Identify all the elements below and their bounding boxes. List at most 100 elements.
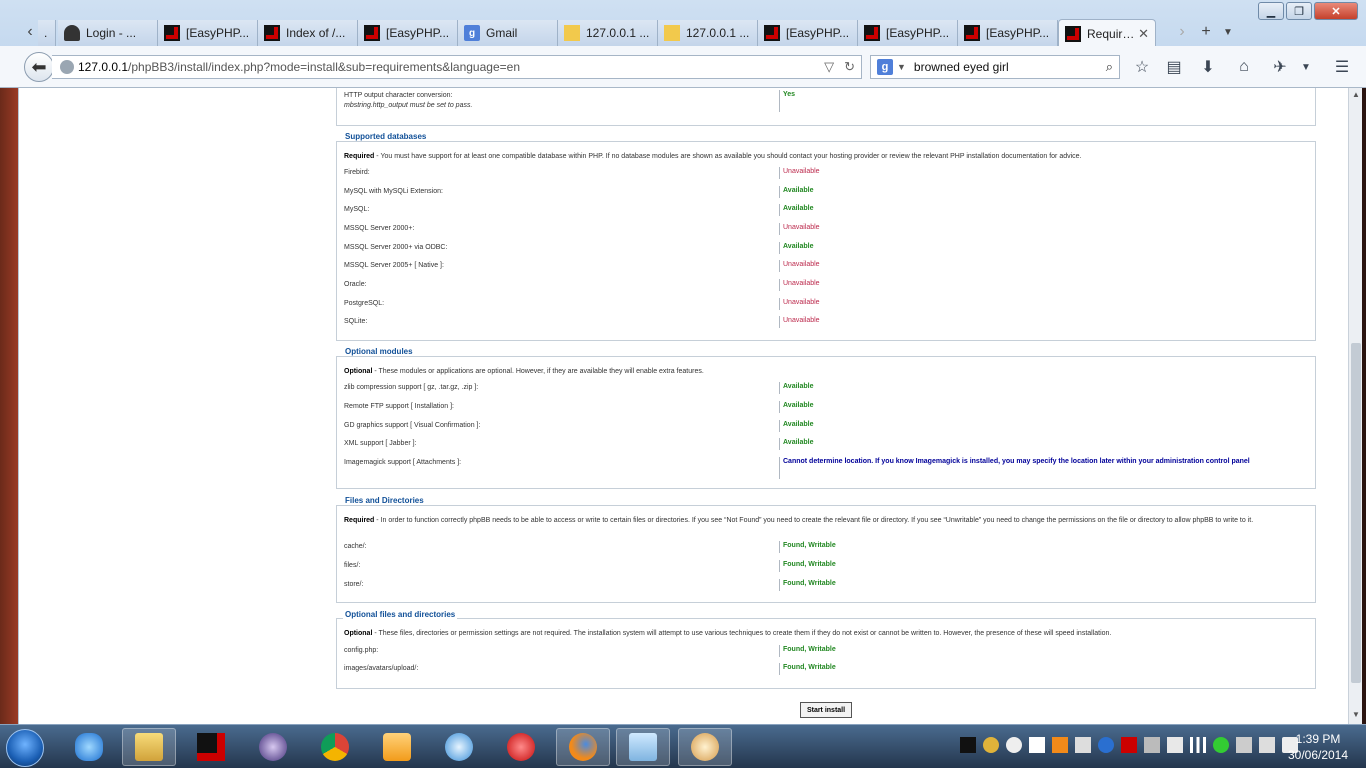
internet-explorer-icon[interactable] [62, 728, 116, 766]
tray-easyphp-icon[interactable] [960, 737, 976, 753]
opera-icon[interactable] [494, 728, 548, 766]
clock-date: 30/06/2014 [1287, 748, 1349, 762]
paint-icon[interactable] [678, 728, 732, 766]
close-tab-icon[interactable]: ✕ [1138, 26, 1149, 42]
bluetooth-icon[interactable] [1098, 737, 1114, 753]
requirement-status: Unavailable [779, 167, 820, 179]
tray-app-icon[interactable] [1075, 737, 1091, 753]
requirement-label: cache/: [344, 543, 367, 550]
url-bar[interactable]: 127.0.0.1 /phpBB3/install/index.php?mode… [52, 55, 862, 79]
page-scrollbar[interactable]: ▲ ▼ [1348, 88, 1362, 724]
databases-legend: Supported databases [343, 132, 429, 141]
requirement-label: SQLite: [344, 318, 368, 325]
optional-files-legend: Optional files and directories [343, 610, 458, 619]
clock[interactable]: 1:39 PM 30/06/2014 [1278, 731, 1358, 763]
requirement-label: Remote FTP support [ Installation ]: [344, 403, 454, 410]
scrollbar-thumb[interactable] [1351, 343, 1361, 683]
tab-label: [EasyPHP... [786, 26, 850, 40]
requirement-label: MySQL with MySQLi Extension: [344, 188, 443, 195]
addon-dropdown-icon[interactable]: ▼ [1296, 57, 1316, 77]
tab-6[interactable]: 127.0.0.1 ... [558, 20, 658, 46]
google-search-icon[interactable]: g [877, 59, 893, 75]
tab-1[interactable]: Login - ... [58, 20, 158, 46]
tab-label: [EasyPHP... [386, 26, 450, 40]
start-button[interactable] [6, 729, 44, 767]
media-player-icon[interactable] [370, 728, 424, 766]
tray-app-icon[interactable] [983, 737, 999, 753]
notepad-icon[interactable] [616, 728, 670, 766]
action-center-flag-icon[interactable] [1167, 737, 1183, 753]
tab-8[interactable]: [EasyPHP... [758, 20, 858, 46]
requirement-status: Available [779, 186, 813, 198]
tab-label: 127.0.0.1 ... [686, 26, 750, 40]
url-path: /phpBB3/install/index.php?mode=install&s… [128, 60, 520, 74]
requirement-label: MSSQL Server 2000+ via ODBC: [344, 244, 448, 251]
addon-icon[interactable]: ✈ [1270, 57, 1290, 77]
tray-app-icon[interactable] [1029, 737, 1045, 753]
black-favicon-icon [764, 25, 780, 41]
search-engine-dropdown-icon[interactable]: ▼ [897, 62, 906, 72]
requirement-label: Oracle: [344, 281, 367, 288]
requirement-status: Unavailable [779, 298, 820, 310]
bookmark-star-icon[interactable]: ☆ [1132, 57, 1152, 77]
bookmarks-list-icon[interactable]: ▤ [1164, 57, 1184, 77]
tab-0[interactable]: . [38, 20, 56, 46]
tray-app-icon[interactable] [1213, 737, 1229, 753]
chrome-icon[interactable] [308, 728, 362, 766]
requirement-label: XML support [ Jabber ]: [344, 440, 417, 447]
system-tray [960, 737, 1298, 753]
home-icon[interactable]: ⌂ [1234, 57, 1254, 77]
file-explorer-icon[interactable] [122, 728, 176, 766]
black-favicon-icon [864, 25, 880, 41]
safari-icon[interactable] [432, 728, 486, 766]
tray-app-icon[interactable] [1052, 737, 1068, 753]
battery-icon[interactable] [1236, 737, 1252, 753]
tab-7[interactable]: 127.0.0.1 ... [658, 20, 758, 46]
tab-5[interactable]: g Gmail [458, 20, 558, 46]
url-host: 127.0.0.1 [78, 60, 129, 74]
tray-app-icon[interactable] [1144, 737, 1160, 753]
menu-icon[interactable]: ☰ [1332, 57, 1352, 77]
eclipse-icon[interactable] [246, 728, 300, 766]
scroll-up-icon[interactable]: ▲ [1349, 90, 1363, 102]
new-tab-icon[interactable]: + [1196, 20, 1216, 44]
requirement-status: Available [779, 438, 813, 450]
browser-chrome: ▁ ❐ ✕ ‹ . Login - ... [EasyPHP... Index of … [0, 0, 1366, 88]
requirement-status: Available [779, 420, 813, 432]
reload-icon[interactable]: ↻ [844, 59, 855, 75]
tab-10[interactable]: [EasyPHP... [958, 20, 1058, 46]
site-identity-icon[interactable] [60, 60, 74, 74]
scroll-down-icon[interactable]: ▼ [1349, 710, 1363, 722]
desktop-edge [0, 88, 18, 724]
back-button[interactable]: ⬅ [24, 52, 54, 82]
http-output-label: HTTP output character conversion: [344, 92, 453, 99]
optional-modules-note: Optional - These modules or applications… [344, 368, 704, 375]
downloads-icon[interactable]: ⬇ [1198, 57, 1218, 77]
keyboard-icon[interactable] [1259, 737, 1275, 753]
firefox-icon[interactable] [556, 728, 610, 766]
optional-modules-legend: Optional modules [343, 347, 415, 356]
tab-2[interactable]: [EasyPHP... [158, 20, 258, 46]
tray-app-icon[interactable] [1006, 737, 1022, 753]
requirement-status: Found, Writable [779, 645, 836, 657]
login-favicon-icon [64, 25, 80, 41]
requirement-status: Found, Writable [779, 663, 836, 675]
requirement-label: MySQL: [344, 206, 370, 213]
network-signal-icon[interactable] [1190, 737, 1206, 753]
start-install-button[interactable]: Start install [800, 702, 852, 718]
tab-3[interactable]: Index of /... [258, 20, 358, 46]
tab-scroll-right-icon[interactable]: › [1172, 20, 1192, 44]
tab-9[interactable]: [EasyPHP... [858, 20, 958, 46]
search-input[interactable]: browned eyed girl [914, 60, 1009, 74]
easyphp-icon[interactable] [184, 728, 238, 766]
page-viewport: HTTP output character conversion: mbstri… [18, 88, 1348, 724]
tray-pdf-icon[interactable] [1121, 737, 1137, 753]
search-bar[interactable]: g ▼ browned eyed girl ⌕ [870, 55, 1120, 79]
url-dropdown-icon[interactable]: ▽ [824, 59, 834, 75]
tab-list-icon[interactable]: ▼ [1218, 20, 1238, 44]
tab-11[interactable]: Requirem...✕ [1058, 19, 1156, 47]
tab-label: [EasyPHP... [886, 26, 950, 40]
tab-scroll-left-icon[interactable]: ‹ [20, 20, 40, 44]
search-icon[interactable]: ⌕ [1106, 59, 1113, 75]
tab-4[interactable]: [EasyPHP... [358, 20, 458, 46]
